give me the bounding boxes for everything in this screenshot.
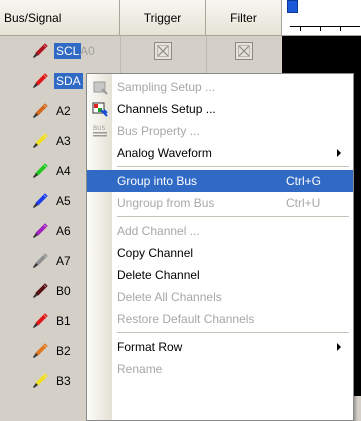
menu-item-label: Restore Default Channels — [117, 312, 255, 326]
menu-item-shortcut: Ctrl+G — [286, 174, 322, 188]
menu-separator — [117, 332, 349, 333]
menu-item-label: Ungroup from Bus — [117, 196, 215, 210]
menu-item-group-into-bus[interactable]: Group into Bus Ctrl+G — [87, 170, 353, 192]
probe-icon — [32, 163, 48, 179]
signal-label[interactable]: B2 — [54, 343, 73, 359]
bus-property-icon: BUS — [92, 123, 108, 139]
signal-label[interactable]: A6 — [54, 223, 73, 239]
signal-label[interactable]: A4 — [54, 163, 73, 179]
submenu-arrow-icon — [337, 343, 341, 351]
signal-label[interactable]: B1 — [54, 313, 73, 329]
probe-icon — [32, 43, 48, 59]
svg-text:BUS: BUS — [93, 125, 106, 132]
signal-label[interactable]: SCL — [54, 43, 82, 59]
probe-icon — [32, 223, 48, 239]
menu-item-analog-waveform[interactable]: Analog Waveform — [89, 142, 351, 164]
menu-item-label: Group into Bus — [117, 174, 198, 188]
column-header-bus-signal[interactable]: Bus/Signal — [0, 0, 120, 36]
probe-icon — [32, 73, 48, 89]
signal-label[interactable]: A7 — [54, 253, 73, 269]
menu-item-restore-default-channels[interactable]: Restore Default Channels — [89, 308, 351, 330]
channels-setup-icon — [92, 101, 108, 117]
column-header-row: Bus/Signal Trigger Filter — [0, 0, 361, 36]
menu-item-ungroup-from-bus[interactable]: Ungroup from Bus Ctrl+U — [89, 192, 351, 214]
menu-item-label: Analog Waveform — [117, 146, 212, 160]
menu-separator — [117, 166, 349, 167]
probe-icon — [32, 253, 48, 269]
signal-label[interactable]: A5 — [54, 193, 73, 209]
signal-label[interactable]: A3 — [54, 133, 73, 149]
probe-icon — [32, 343, 48, 359]
column-header-trigger[interactable]: Trigger — [120, 0, 206, 36]
probe-icon — [32, 193, 48, 209]
menu-item-sampling-setup[interactable]: Sampling Setup ... — [89, 76, 351, 98]
menu-item-format-row[interactable]: Format Row — [89, 336, 351, 358]
menu-item-label: Format Row — [117, 340, 183, 354]
menu-item-bus-property[interactable]: BUS Bus Property ... — [89, 120, 351, 142]
menu-item-label: Channels Setup ... — [117, 102, 216, 116]
waveform-cell[interactable] — [282, 36, 361, 66]
probe-icon — [32, 133, 48, 149]
menu-item-label: Copy Channel — [117, 246, 194, 260]
menu-item-label: Sampling Setup ... — [117, 80, 216, 94]
menu-separator — [117, 216, 349, 217]
menu-item-channels-setup[interactable]: Channels Setup ... — [89, 98, 351, 120]
menu-item-add-channel[interactable]: Add Channel ... — [89, 220, 351, 242]
time-cursor-marker[interactable] — [287, 0, 298, 13]
menu-item-delete-channel[interactable]: Delete Channel — [89, 264, 351, 286]
menu-item-copy-channel[interactable]: Copy Channel — [89, 242, 351, 264]
signal-pin-label: A0 — [80, 44, 95, 58]
signal-name-cell[interactable]: SCL A0 — [0, 36, 120, 66]
time-ruler-ticks — [290, 26, 360, 36]
signal-row[interactable]: SCL A0 — [0, 36, 361, 66]
menu-item-delete-all-channels[interactable]: Delete All Channels — [89, 286, 351, 308]
menu-item-label: Add Channel ... — [117, 224, 200, 238]
trigger-disabled-icon[interactable] — [154, 42, 172, 60]
probe-icon — [32, 103, 48, 119]
submenu-arrow-icon — [337, 149, 341, 157]
menu-item-shortcut: Ctrl+U — [286, 196, 321, 210]
signal-label[interactable]: B3 — [54, 373, 73, 389]
sampling-setup-icon — [92, 79, 108, 95]
menu-item-label: Delete All Channels — [117, 290, 222, 304]
signal-label[interactable]: B0 — [54, 283, 73, 299]
context-menu: Sampling Setup ... Channels Setup ... BUS B… — [86, 73, 354, 421]
menu-item-label: Bus Property ... — [117, 124, 200, 138]
filter-disabled-icon[interactable] — [235, 42, 253, 60]
probe-icon — [32, 373, 48, 389]
menu-item-label: Delete Channel — [117, 268, 200, 282]
menu-item-rename[interactable]: Rename — [89, 358, 351, 380]
probe-icon — [32, 313, 48, 329]
signal-label[interactable]: A2 — [54, 103, 73, 119]
probe-icon — [32, 283, 48, 299]
column-header-filter[interactable]: Filter — [206, 0, 282, 36]
menu-item-label: Rename — [117, 362, 163, 376]
signal-label[interactable]: SDA — [54, 73, 83, 89]
